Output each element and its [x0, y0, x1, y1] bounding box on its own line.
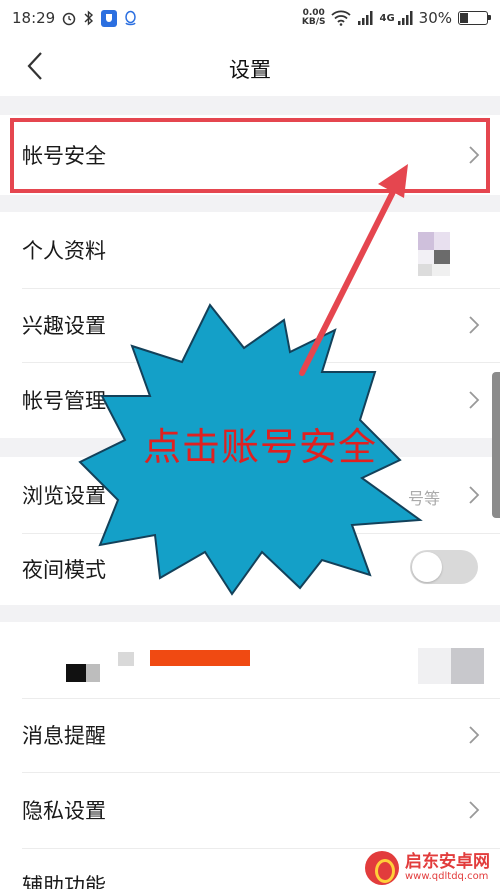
annotation-arrow: [299, 179, 401, 376]
callout-text: 点击账号安全: [143, 425, 378, 469]
watermark-logo-icon: [365, 851, 399, 885]
watermark-url: www.qdltdq.com: [405, 870, 489, 882]
watermark: 启东安卓网 www.qdltdq.com: [365, 851, 490, 885]
watermark-name: 启东安卓网: [405, 851, 490, 872]
